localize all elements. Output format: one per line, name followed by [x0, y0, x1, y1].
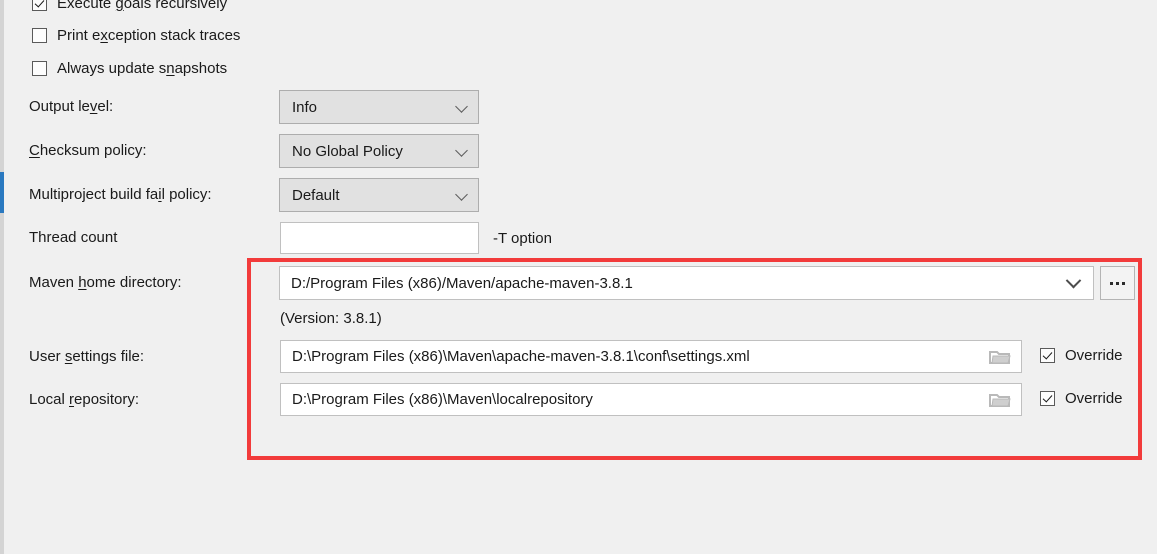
chevron-down-icon: [454, 143, 470, 159]
checksum-policy-value: No Global Policy: [292, 142, 403, 160]
local-repository-override-checkbox[interactable]: [1040, 391, 1055, 406]
local-repository-input[interactable]: D:\Program Files (x86)\Maven\localreposi…: [280, 383, 1022, 416]
thread-count-label: Thread count: [29, 229, 118, 246]
checkbox-row-print-exception-stack-traces[interactable]: Print exception stack traces: [32, 28, 240, 43]
folder-icon[interactable]: [989, 348, 1011, 366]
checkbox-row-execute-goals-recursively[interactable]: Execute goals recursively: [32, 0, 227, 11]
print-exception-stack-traces-label: Print exception stack traces: [57, 27, 241, 44]
user-settings-file-input[interactable]: D:\Program Files (x86)\Maven\apache-mave…: [280, 340, 1022, 373]
modified-setting-marker: [0, 172, 4, 213]
local-repository-value: D:\Program Files (x86)\Maven\localreposi…: [292, 391, 593, 408]
multiproject-fail-policy-value: Default: [292, 186, 340, 204]
multiproject-fail-policy-label: Multiproject build fail policy:: [29, 186, 212, 203]
checkbox-row-always-update-snapshots[interactable]: Always update snapshots: [32, 61, 227, 76]
output-level-value: Info: [292, 98, 318, 116]
user-settings-file-value: D:\Program Files (x86)\Maven\apache-mave…: [292, 348, 750, 365]
maven-home-directory-value: D:/Program Files (x86)/Maven/apache-mave…: [291, 274, 633, 292]
folder-icon[interactable]: [989, 391, 1011, 409]
execute-goals-recursively-label: Execute goals recursively: [57, 0, 228, 12]
chevron-down-icon: [454, 187, 470, 203]
output-level-label: Output level:: [29, 98, 114, 115]
ellipsis-dot: [1110, 281, 1113, 285]
user-settings-override-row[interactable]: Override: [1040, 348, 1123, 363]
maven-home-directory-combobox[interactable]: D:/Program Files (x86)/Maven/apache-mave…: [279, 266, 1094, 300]
multiproject-fail-policy-dropdown[interactable]: Default: [279, 178, 479, 212]
output-level-dropdown[interactable]: Info: [279, 90, 479, 124]
maven-home-browse-button[interactable]: [1100, 266, 1135, 300]
maven-version-note: (Version: 3.8.1): [280, 310, 382, 327]
ellipsis-dot: [1116, 281, 1119, 285]
chevron-down-icon: [454, 99, 470, 115]
chevron-down-icon[interactable]: [1053, 267, 1093, 299]
checksum-policy-label: Checksum policy:: [29, 142, 147, 159]
user-settings-override-checkbox[interactable]: [1040, 348, 1055, 363]
local-repository-override-label: Override: [1065, 390, 1123, 407]
user-settings-file-label: User settings file:: [29, 348, 145, 365]
thread-count-input[interactable]: [280, 222, 479, 254]
maven-home-directory-label: Maven home directory:: [29, 274, 182, 291]
execute-goals-recursively-checkbox[interactable]: [32, 0, 47, 11]
thread-count-hint: -T option: [493, 230, 552, 247]
user-settings-override-label: Override: [1065, 347, 1123, 364]
always-update-snapshots-checkbox[interactable]: [32, 61, 47, 76]
left-gutter-strip: [0, 0, 4, 554]
ellipsis-dot: [1122, 281, 1125, 285]
local-repository-label: Local repository:: [29, 391, 140, 408]
checksum-policy-dropdown[interactable]: No Global Policy: [279, 134, 479, 168]
always-update-snapshots-label: Always update snapshots: [57, 60, 228, 77]
print-exception-stack-traces-checkbox[interactable]: [32, 28, 47, 43]
local-repository-override-row[interactable]: Override: [1040, 391, 1123, 406]
